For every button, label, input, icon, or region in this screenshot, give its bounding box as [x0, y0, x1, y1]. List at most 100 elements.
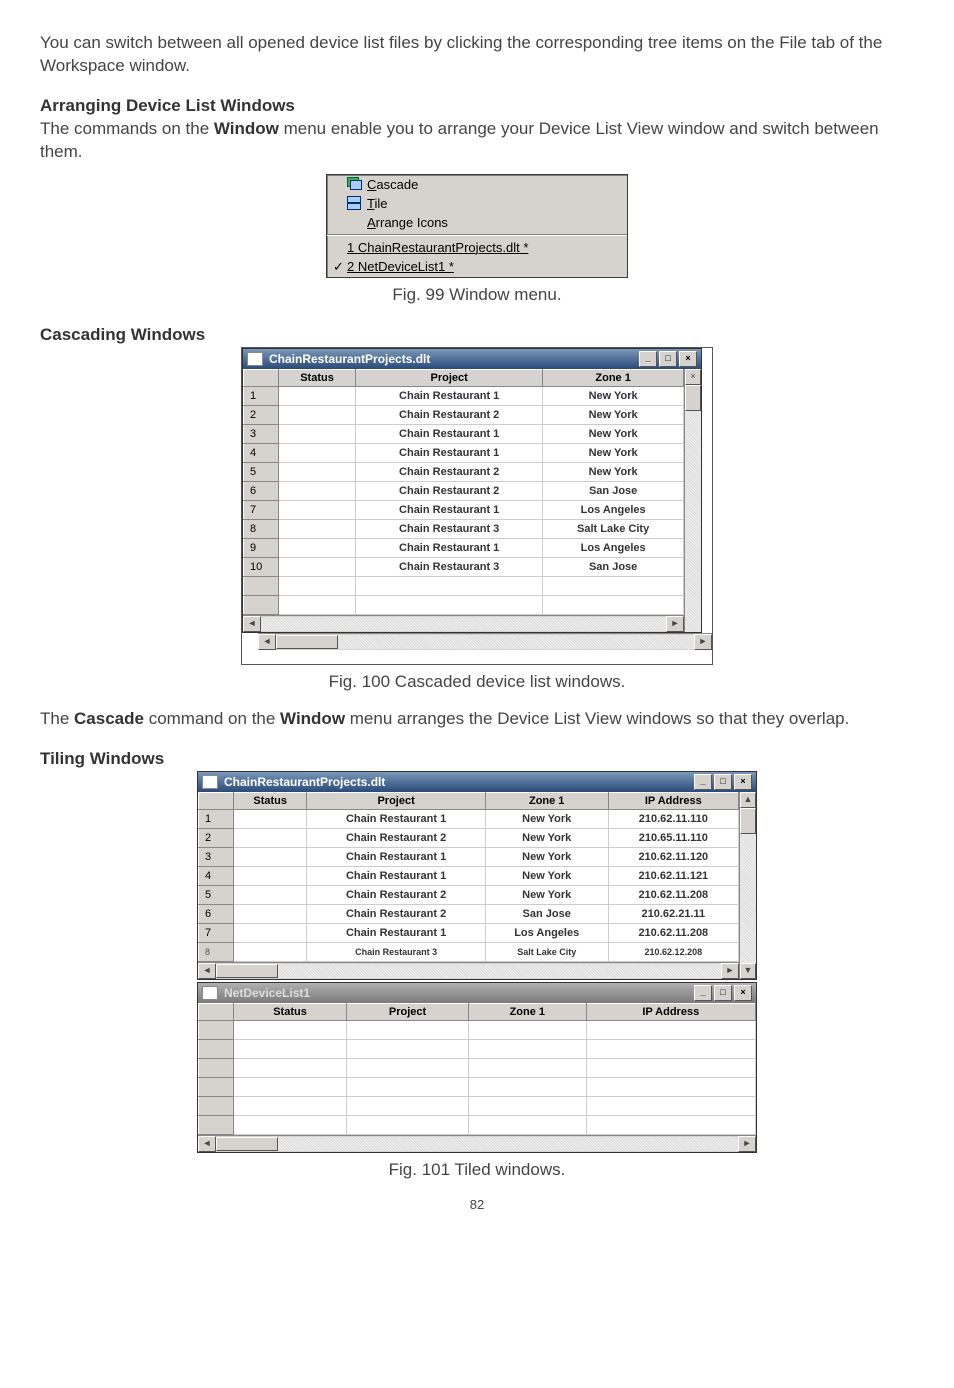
scroll-right-button[interactable]: ► [738, 1136, 756, 1152]
row-header[interactable]: 8 [199, 942, 234, 961]
scroll-right-button[interactable]: ► [666, 616, 684, 632]
table-row[interactable]: 8Chain Restaurant 3Salt Lake City [244, 519, 684, 538]
row-header[interactable]: 1 [199, 809, 234, 828]
corner-header[interactable] [244, 369, 279, 386]
table-row[interactable]: 5Chain Restaurant 2New York210.62.11.208 [199, 885, 739, 904]
v-scrollbar[interactable]: ▲ ▼ [739, 792, 756, 979]
minimize-button[interactable]: _ [694, 774, 712, 790]
close-button[interactable]: × [679, 351, 697, 367]
v-scrollbar-back-window[interactable]: × [684, 369, 701, 632]
scroll-up-button[interactable]: ▲ [740, 792, 756, 808]
table-row[interactable]: 7Chain Restaurant 1Los Angeles [244, 500, 684, 519]
col-ip[interactable]: IP Address [586, 1003, 755, 1020]
minimize-button[interactable]: _ [639, 351, 657, 367]
col-project[interactable]: Project [347, 1003, 469, 1020]
table-row[interactable]: 3Chain Restaurant 1New York [244, 424, 684, 443]
back-window-h-scrollbar[interactable]: ◄ ► [258, 633, 712, 650]
maximize-button[interactable]: □ [659, 351, 677, 367]
scroll-thumb[interactable] [740, 808, 756, 834]
row-header[interactable]: 7 [244, 500, 279, 519]
menu-item-window-1[interactable]: 1 ChainRestaurantProjects.dlt * [327, 238, 627, 257]
scroll-thumb[interactable] [216, 964, 278, 978]
row-header[interactable]: 6 [244, 481, 279, 500]
table-row[interactable]: 3Chain Restaurant 1New York210.62.11.120 [199, 847, 739, 866]
col-ip[interactable]: IP Address [608, 792, 738, 809]
table-row[interactable]: 1Chain Restaurant 1New York210.62.11.110 [199, 809, 739, 828]
row-header[interactable]: 5 [244, 462, 279, 481]
col-project[interactable]: Project [307, 792, 485, 809]
row-header[interactable]: 8 [244, 519, 279, 538]
maximize-button[interactable]: □ [714, 985, 732, 1001]
titlebar[interactable]: NetDeviceList1 _ □ × [198, 983, 756, 1003]
col-status[interactable]: Status [234, 1003, 347, 1020]
scroll-thumb[interactable] [216, 1137, 278, 1151]
menu-item-cascade[interactable]: Cascade [327, 175, 627, 194]
table-row[interactable]: 8Chain Restaurant 3Salt Lake City210.62.… [199, 942, 739, 961]
col-status[interactable]: Status [234, 792, 307, 809]
col-project[interactable]: Project [356, 369, 543, 386]
scroll-thumb[interactable] [685, 385, 701, 411]
menu-label: Cascade [367, 177, 418, 192]
row-header[interactable]: 4 [199, 866, 234, 885]
row-header[interactable]: 9 [244, 538, 279, 557]
table-row[interactable]: 10Chain Restaurant 3San Jose [244, 557, 684, 576]
col-status[interactable]: Status [279, 369, 356, 386]
scroll-right-button[interactable]: ► [694, 634, 712, 650]
menu-item-window-2[interactable]: 2 NetDeviceList1 * [327, 257, 627, 277]
table-row[interactable]: 1Chain Restaurant 1New York [244, 386, 684, 405]
table-row[interactable]: 5Chain Restaurant 2New York [244, 462, 684, 481]
scroll-track[interactable] [740, 834, 756, 963]
scroll-left-button[interactable]: ◄ [243, 616, 261, 632]
col-zone1[interactable]: Zone 1 [543, 369, 684, 386]
scroll-track[interactable] [278, 1137, 738, 1151]
cascade-word: Cascade [74, 709, 144, 728]
row-header[interactable]: 1 [244, 386, 279, 405]
row-header[interactable]: 3 [244, 424, 279, 443]
table-row[interactable]: 6Chain Restaurant 2San Jose [244, 481, 684, 500]
menu-item-tile[interactable]: Tile [327, 194, 627, 213]
scroll-down-button[interactable]: ▼ [740, 963, 756, 979]
col-zone1[interactable]: Zone 1 [469, 1003, 587, 1020]
close-button[interactable]: × [685, 369, 701, 385]
scroll-track[interactable] [338, 635, 694, 649]
corner-header[interactable] [199, 1003, 234, 1020]
scroll-left-button[interactable]: ◄ [198, 1136, 216, 1152]
h-scrollbar[interactable]: ◄ ► [198, 962, 739, 979]
row-header[interactable]: 5 [199, 885, 234, 904]
table-row[interactable]: 9Chain Restaurant 1Los Angeles [244, 538, 684, 557]
scroll-right-button[interactable]: ► [721, 963, 739, 979]
table-row[interactable]: 7Chain Restaurant 1Los Angeles210.62.11.… [199, 923, 739, 942]
scroll-track[interactable] [685, 411, 701, 632]
scroll-track[interactable] [261, 617, 666, 631]
row-header[interactable]: 2 [199, 828, 234, 847]
row-header[interactable]: 4 [244, 443, 279, 462]
col-zone1[interactable]: Zone 1 [485, 792, 608, 809]
row-header[interactable]: 3 [199, 847, 234, 866]
row-header[interactable]: 7 [199, 923, 234, 942]
scroll-thumb[interactable] [276, 635, 338, 649]
tile-grid-2: Status Project Zone 1 IP Address [198, 1003, 756, 1135]
h-scrollbar[interactable]: ◄ ► [198, 1135, 756, 1152]
row-header[interactable]: 2 [244, 405, 279, 424]
close-button[interactable]: × [734, 985, 752, 1001]
table-row[interactable]: 2Chain Restaurant 2New York210.65.11.110 [199, 828, 739, 847]
cell-project: Chain Restaurant 3 [356, 519, 543, 538]
row-header[interactable]: 6 [199, 904, 234, 923]
scroll-track[interactable] [278, 964, 721, 978]
table-row[interactable]: 4Chain Restaurant 1New York [244, 443, 684, 462]
h-scrollbar[interactable]: ◄ ► [243, 615, 684, 632]
minimize-button[interactable]: _ [694, 985, 712, 1001]
scroll-left-button[interactable]: ◄ [258, 634, 276, 650]
titlebar[interactable]: ChainRestaurantProjects.dlt _ □ × [198, 772, 756, 792]
close-button[interactable]: × [734, 774, 752, 790]
table-row[interactable]: 6Chain Restaurant 2San Jose210.62.21.11 [199, 904, 739, 923]
maximize-button[interactable]: □ [714, 774, 732, 790]
table-row[interactable]: 2Chain Restaurant 2New York [244, 405, 684, 424]
corner-header[interactable] [199, 792, 234, 809]
table-row[interactable]: 4Chain Restaurant 1New York210.62.11.121 [199, 866, 739, 885]
titlebar[interactable]: ChainRestaurantProjects.dlt _ □ × [243, 349, 701, 369]
scroll-left-button[interactable]: ◄ [198, 963, 216, 979]
menu-item-arrange-icons[interactable]: Arrange Icons [327, 213, 627, 232]
row-header[interactable]: 10 [244, 557, 279, 576]
cell-zone: Los Angeles [543, 500, 684, 519]
